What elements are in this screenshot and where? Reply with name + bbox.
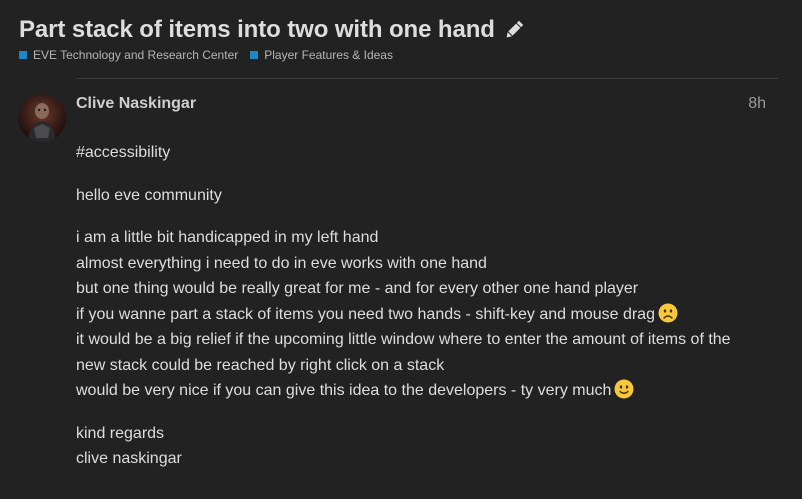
category-color-swatch: [19, 51, 27, 59]
post-line: #accessibility: [76, 144, 171, 161]
post-line-with-emoji: if you wanne part a stack of items you n…: [76, 302, 776, 328]
post-line: it would be a big relief if the upcoming…: [76, 331, 731, 348]
post-line-text: would be very nice if you can give this …: [76, 382, 612, 399]
pencil-icon[interactable]: [503, 19, 525, 41]
post-paragraph: kind regards clive naskingar: [76, 421, 776, 472]
topic-title-row: Part stack of items into two with one ha…: [19, 16, 525, 44]
category-badges: EVE Technology and Research Center Playe…: [19, 48, 405, 62]
post-paragraph: #accessibility: [76, 140, 776, 166]
category-badge-eve-tech[interactable]: EVE Technology and Research Center: [19, 48, 238, 62]
header-divider: [76, 78, 778, 79]
avatar[interactable]: [18, 94, 66, 142]
post-line: hello eve community: [76, 186, 222, 204]
category-badge-player-features[interactable]: Player Features & Ideas: [250, 48, 393, 62]
post-line: almost everything i need to do in eve wo…: [76, 254, 487, 272]
topic-page: Part stack of items into two with one ha…: [0, 0, 802, 499]
post-body: #accessibility hello eve community i am …: [76, 140, 776, 489]
category-label: EVE Technology and Research Center: [33, 48, 239, 62]
post-line-text: if you wanne part a stack of items you n…: [76, 305, 655, 323]
slightly-smiling-face-icon: [614, 379, 634, 399]
post-line: i am a little bit handicapped in my left…: [76, 229, 379, 246]
post-line-with-emoji: would be very nice if you can give this …: [76, 378, 776, 404]
post-line: but one thing would be really great for …: [76, 280, 639, 297]
post-date[interactable]: 8h: [748, 95, 766, 113]
post-line: clive naskingar: [76, 450, 182, 467]
topic-title[interactable]: Part stack of items into two with one ha…: [19, 16, 495, 44]
post-line: new stack could be reached by right clic…: [76, 356, 445, 374]
category-color-swatch: [250, 51, 259, 59]
post-paragraph: i am a little bit handicapped in my left…: [76, 225, 776, 404]
post-author[interactable]: Clive Naskingar: [76, 95, 196, 113]
category-label: Player Features & Ideas: [264, 48, 393, 62]
frowning-face-icon: [658, 303, 678, 323]
post-paragraph: hello eve community: [76, 183, 776, 209]
post-line: kind regards: [76, 424, 165, 442]
